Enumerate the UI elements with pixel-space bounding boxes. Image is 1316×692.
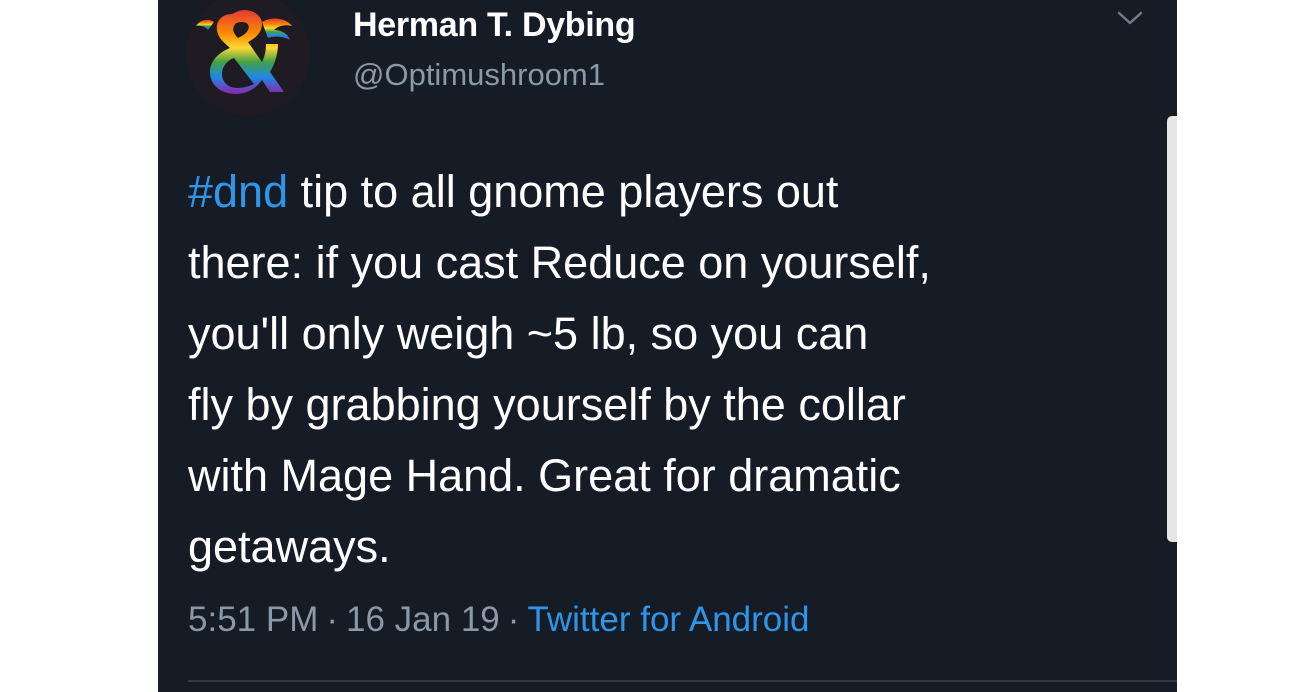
tweet-card: Herman T. Dybing @Optimushroom1 #dnd tip… (158, 0, 1177, 692)
chevron-down-icon[interactable] (1115, 8, 1145, 28)
tweet-text-line: with Mage Hand. Great for dramatic (188, 450, 901, 501)
hashtag-link[interactable]: #dnd (188, 166, 288, 217)
divider (188, 680, 1177, 682)
tweet-date[interactable]: 16 Jan 19 (346, 600, 500, 639)
meta-separator: · (326, 600, 339, 639)
tweet-text-line: getaways. (188, 521, 391, 572)
author-display-name[interactable]: Herman T. Dybing (353, 6, 636, 45)
scrollbar-thumb[interactable] (1167, 116, 1177, 542)
rainbow-ampersand-dragon-logo (196, 10, 292, 94)
meta-separator: · (507, 600, 520, 639)
tweet-text-line: fly by grabbing yourself by the collar (188, 379, 906, 430)
tweet-source-link[interactable]: Twitter for Android (527, 600, 809, 639)
tweet-text: #dnd tip to all gnome players out there:… (188, 156, 1128, 582)
tweet-text-fragment: tip to all gnome players out (288, 166, 839, 217)
tweet-text-line: #dnd tip to all gnome players out (188, 156, 1128, 227)
author-handle[interactable]: @Optimushroom1 (353, 57, 605, 93)
avatar[interactable] (186, 0, 310, 116)
tweet-time[interactable]: 5:51 PM (188, 600, 318, 639)
tweet-meta: 5:51 PM · 16 Jan 19 · Twitter for Android (188, 600, 810, 640)
tweet-text-line: you'll only weigh ~5 lb, so you can (188, 308, 869, 359)
tweet-text-line: there: if you cast Reduce on yourself, (188, 237, 931, 288)
